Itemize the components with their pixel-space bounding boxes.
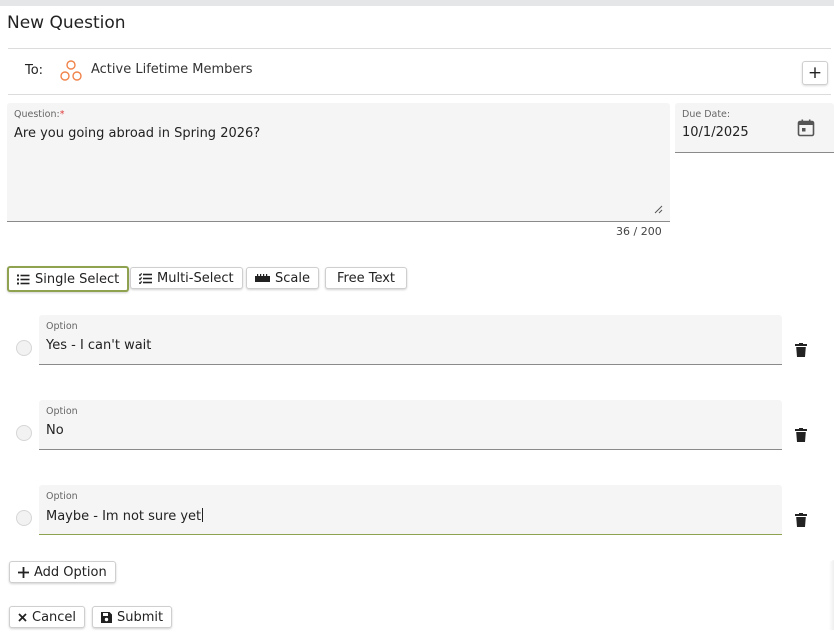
- save-icon: [101, 611, 112, 623]
- due-date-value: 10/1/2025: [682, 125, 749, 140]
- option-value: No: [46, 423, 64, 438]
- add-recipient-button[interactable]: +: [802, 61, 828, 85]
- ruler-icon: [255, 274, 270, 282]
- divider: [8, 94, 831, 95]
- tab-label: Multi-Select: [157, 270, 234, 286]
- add-option-button[interactable]: Add Option: [9, 561, 116, 583]
- trash-icon[interactable]: [795, 513, 807, 527]
- calendar-icon[interactable]: [796, 118, 816, 138]
- option-radio[interactable]: [16, 340, 32, 356]
- option-label: Option: [46, 321, 78, 332]
- option-label: Option: [46, 491, 78, 502]
- submit-label: Submit: [117, 609, 164, 625]
- resize-grip-icon[interactable]: [653, 204, 663, 214]
- page-title: New Question: [7, 13, 126, 33]
- list-icon: [17, 274, 30, 284]
- option-label: Option: [46, 406, 78, 417]
- question-textarea[interactable]: Question:* Are you going abroad in Sprin…: [7, 103, 670, 222]
- plus-icon: [18, 566, 29, 578]
- tab-label: Free Text: [337, 270, 396, 286]
- text-caret: [202, 508, 204, 522]
- trash-icon[interactable]: [795, 428, 807, 442]
- option-radio[interactable]: [16, 510, 32, 526]
- option-value: Yes - I can't wait: [46, 338, 152, 353]
- option-field[interactable]: Option No: [39, 400, 782, 450]
- tab-free-text[interactable]: Free Text: [325, 267, 408, 289]
- required-mark: *: [59, 109, 65, 120]
- panel-edge: [829, 560, 834, 630]
- option-field[interactable]: Option Yes - I can't wait: [39, 315, 782, 365]
- submit-button[interactable]: Submit: [92, 606, 173, 628]
- trash-icon[interactable]: [795, 343, 807, 357]
- tab-single-select[interactable]: Single Select: [7, 266, 130, 292]
- checklist-icon: [139, 272, 152, 284]
- recipient-group-name[interactable]: Active Lifetime Members: [91, 62, 253, 77]
- add-option-label: Add Option: [34, 564, 107, 580]
- close-icon: [18, 612, 27, 622]
- question-value: Are you going abroad in Spring 2026?: [14, 126, 261, 141]
- cancel-label: Cancel: [32, 609, 77, 625]
- option-value-container: Maybe - Im not sure yet: [46, 508, 204, 524]
- tab-multi-select[interactable]: Multi-Select: [130, 267, 243, 289]
- option-field[interactable]: Option Maybe - Im not sure yet: [39, 485, 782, 535]
- tab-label: Single Select: [35, 271, 120, 287]
- top-bar: [0, 0, 834, 6]
- group-icon: [60, 60, 82, 81]
- due-date-label: Due Date:: [682, 109, 731, 120]
- character-counter: 36 / 200: [616, 225, 662, 238]
- option-radio[interactable]: [16, 425, 32, 441]
- tab-label: Scale: [275, 270, 310, 286]
- cancel-button[interactable]: Cancel: [9, 606, 86, 628]
- option-value: Maybe - Im not sure yet: [46, 509, 202, 524]
- divider: [8, 48, 831, 49]
- tab-scale[interactable]: Scale: [246, 267, 319, 289]
- to-label: To:: [25, 63, 44, 78]
- question-label: Question:*: [14, 109, 65, 120]
